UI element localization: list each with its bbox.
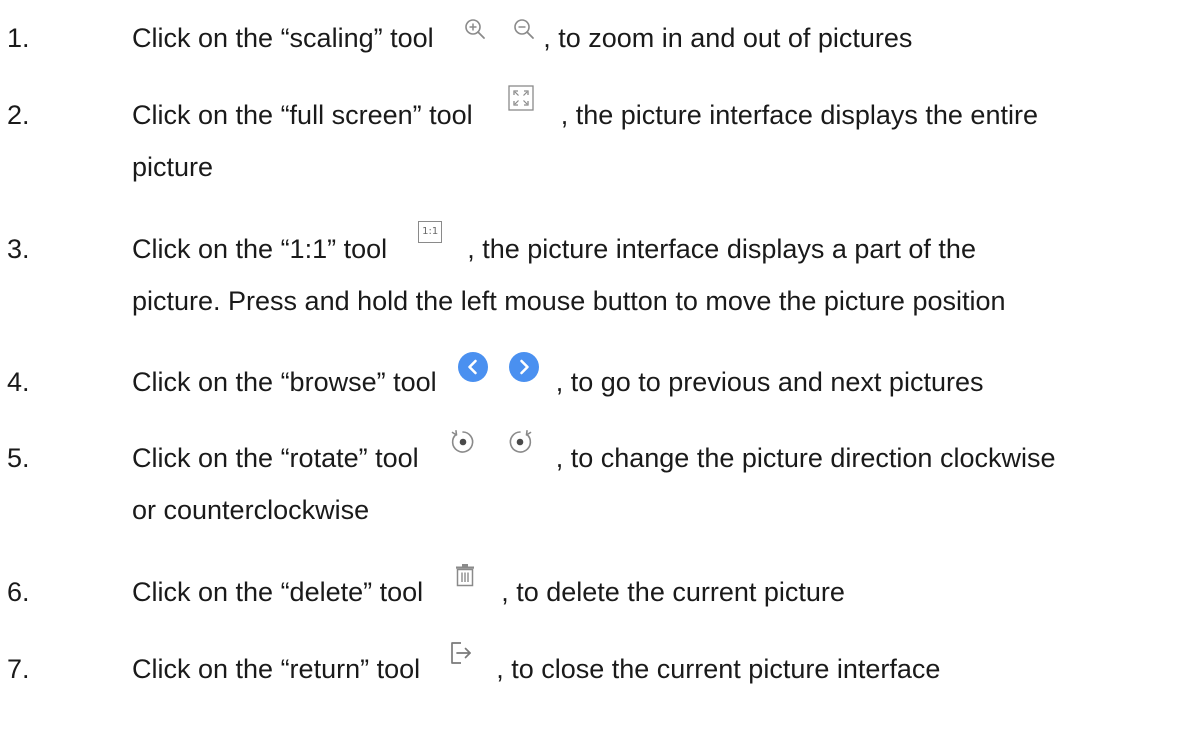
item-text-continued: , the picture interface displays the ent…	[560, 100, 1038, 130]
item-text: Click on the “browse” tool	[132, 367, 437, 397]
item-text: Click on the “delete” tool	[132, 577, 424, 607]
item-number: 3.	[7, 234, 30, 264]
rotate-clockwise-icon	[505, 427, 535, 457]
item-number: 1.	[7, 23, 30, 53]
item-text-wrap: or counterclockwise	[132, 495, 370, 525]
item-text-continued: , the picture interface displays a part …	[467, 234, 976, 264]
instruction-document: 1. Click on the “scaling” tool , to zoom…	[0, 0, 1180, 747]
item-text-continued: , to change the picture direction clockw…	[555, 443, 1056, 473]
item-text-continued: , to zoom in and out of pictures	[543, 23, 913, 53]
zoom-out-icon	[512, 17, 536, 41]
one-to-one-icon: 1:1	[418, 221, 443, 243]
rotate-counterclockwise-icon	[448, 427, 478, 457]
item-text-continued: , to close the current picture interface	[496, 654, 941, 684]
trash-icon	[454, 563, 476, 587]
item-text-continued: , to go to previous and next pictures	[555, 367, 984, 397]
previous-icon	[457, 352, 488, 382]
item-number: 2.	[7, 100, 30, 130]
item-text: Click on the “return” tool	[132, 654, 421, 684]
next-icon	[508, 352, 539, 382]
item-text: Click on the “1:1” tool	[132, 234, 388, 264]
one-to-one-label: 1:1	[418, 221, 443, 243]
item-text-wrap: picture. Press and hold the left mouse b…	[132, 286, 1006, 316]
item-number: 7.	[7, 654, 30, 684]
zoom-in-icon	[463, 17, 487, 41]
exit-icon	[449, 641, 473, 665]
item-text: Click on the “scaling” tool	[132, 23, 434, 53]
item-number: 5.	[7, 443, 30, 473]
item-text-wrap: picture	[132, 152, 214, 182]
item-number: 6.	[7, 577, 30, 607]
item-text: Click on the “rotate” tool	[132, 443, 419, 473]
item-number: 4.	[7, 367, 30, 397]
item-text-continued: , to delete the current picture	[501, 577, 845, 607]
fullscreen-icon	[508, 85, 534, 111]
item-text: Click on the “full screen” tool	[132, 100, 473, 130]
